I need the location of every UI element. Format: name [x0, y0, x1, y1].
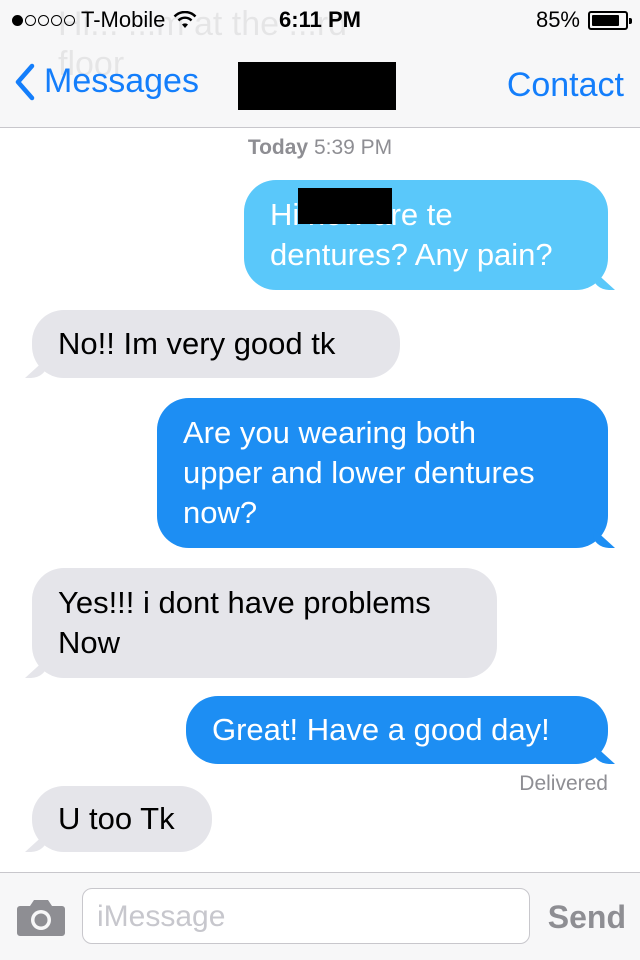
- message-line: Are you wearing both: [183, 415, 476, 450]
- battery-icon: [588, 10, 632, 30]
- nav-bar: Messages Contact: [0, 40, 640, 127]
- back-chevron-icon: [15, 63, 35, 100]
- redacted-name-inline: [298, 188, 392, 224]
- message-bubble-incoming[interactable]: U too Tk: [32, 786, 212, 852]
- message-line: now?: [183, 495, 258, 530]
- timestamp-day: Today: [247, 136, 309, 159]
- back-label: Messages: [44, 62, 199, 100]
- header: Hi... ...m at the ...rd floor T-Mobile 6…: [0, 0, 640, 128]
- timestamp: Today 5:39 PM: [0, 136, 640, 160]
- status-bar: T-Mobile 6:11 PM 85%: [0, 0, 640, 40]
- message-bubble-outgoing[interactable]: Great! Have a good day!: [186, 696, 608, 764]
- send-button[interactable]: Send: [548, 899, 626, 936]
- message-line: No!! Im very good tk: [58, 326, 336, 361]
- message-line: Great! Have a good day!: [212, 712, 550, 747]
- contact-button[interactable]: Contact: [507, 66, 624, 105]
- timestamp-time: 5:39 PM: [313, 136, 393, 159]
- delivered-status: Delivered: [519, 772, 608, 795]
- message-input[interactable]: iMessage: [82, 888, 530, 944]
- message-bubble-incoming[interactable]: No!! Im very good tk: [32, 310, 400, 378]
- message-line: dentures? Any pain?: [270, 237, 553, 272]
- back-button[interactable]: Messages: [14, 62, 199, 101]
- message-bubble-incoming[interactable]: Yes!!! i dont have problems Now: [32, 568, 497, 678]
- camera-button[interactable]: [16, 897, 66, 937]
- message-line: upper and lower dentures: [183, 455, 535, 490]
- message-line: U too Tk: [58, 801, 175, 836]
- status-right: 85%: [535, 7, 632, 33]
- composer-bar: iMessage Send: [0, 872, 640, 960]
- redacted-contact-name: [238, 62, 396, 110]
- battery-percent: 85%: [535, 7, 580, 32]
- camera-icon: [17, 900, 65, 936]
- message-line: Yes!!! i dont have problems: [58, 585, 431, 620]
- message-bubble-outgoing[interactable]: Are you wearing both upper and lower den…: [157, 398, 608, 548]
- message-line: Now: [58, 625, 121, 660]
